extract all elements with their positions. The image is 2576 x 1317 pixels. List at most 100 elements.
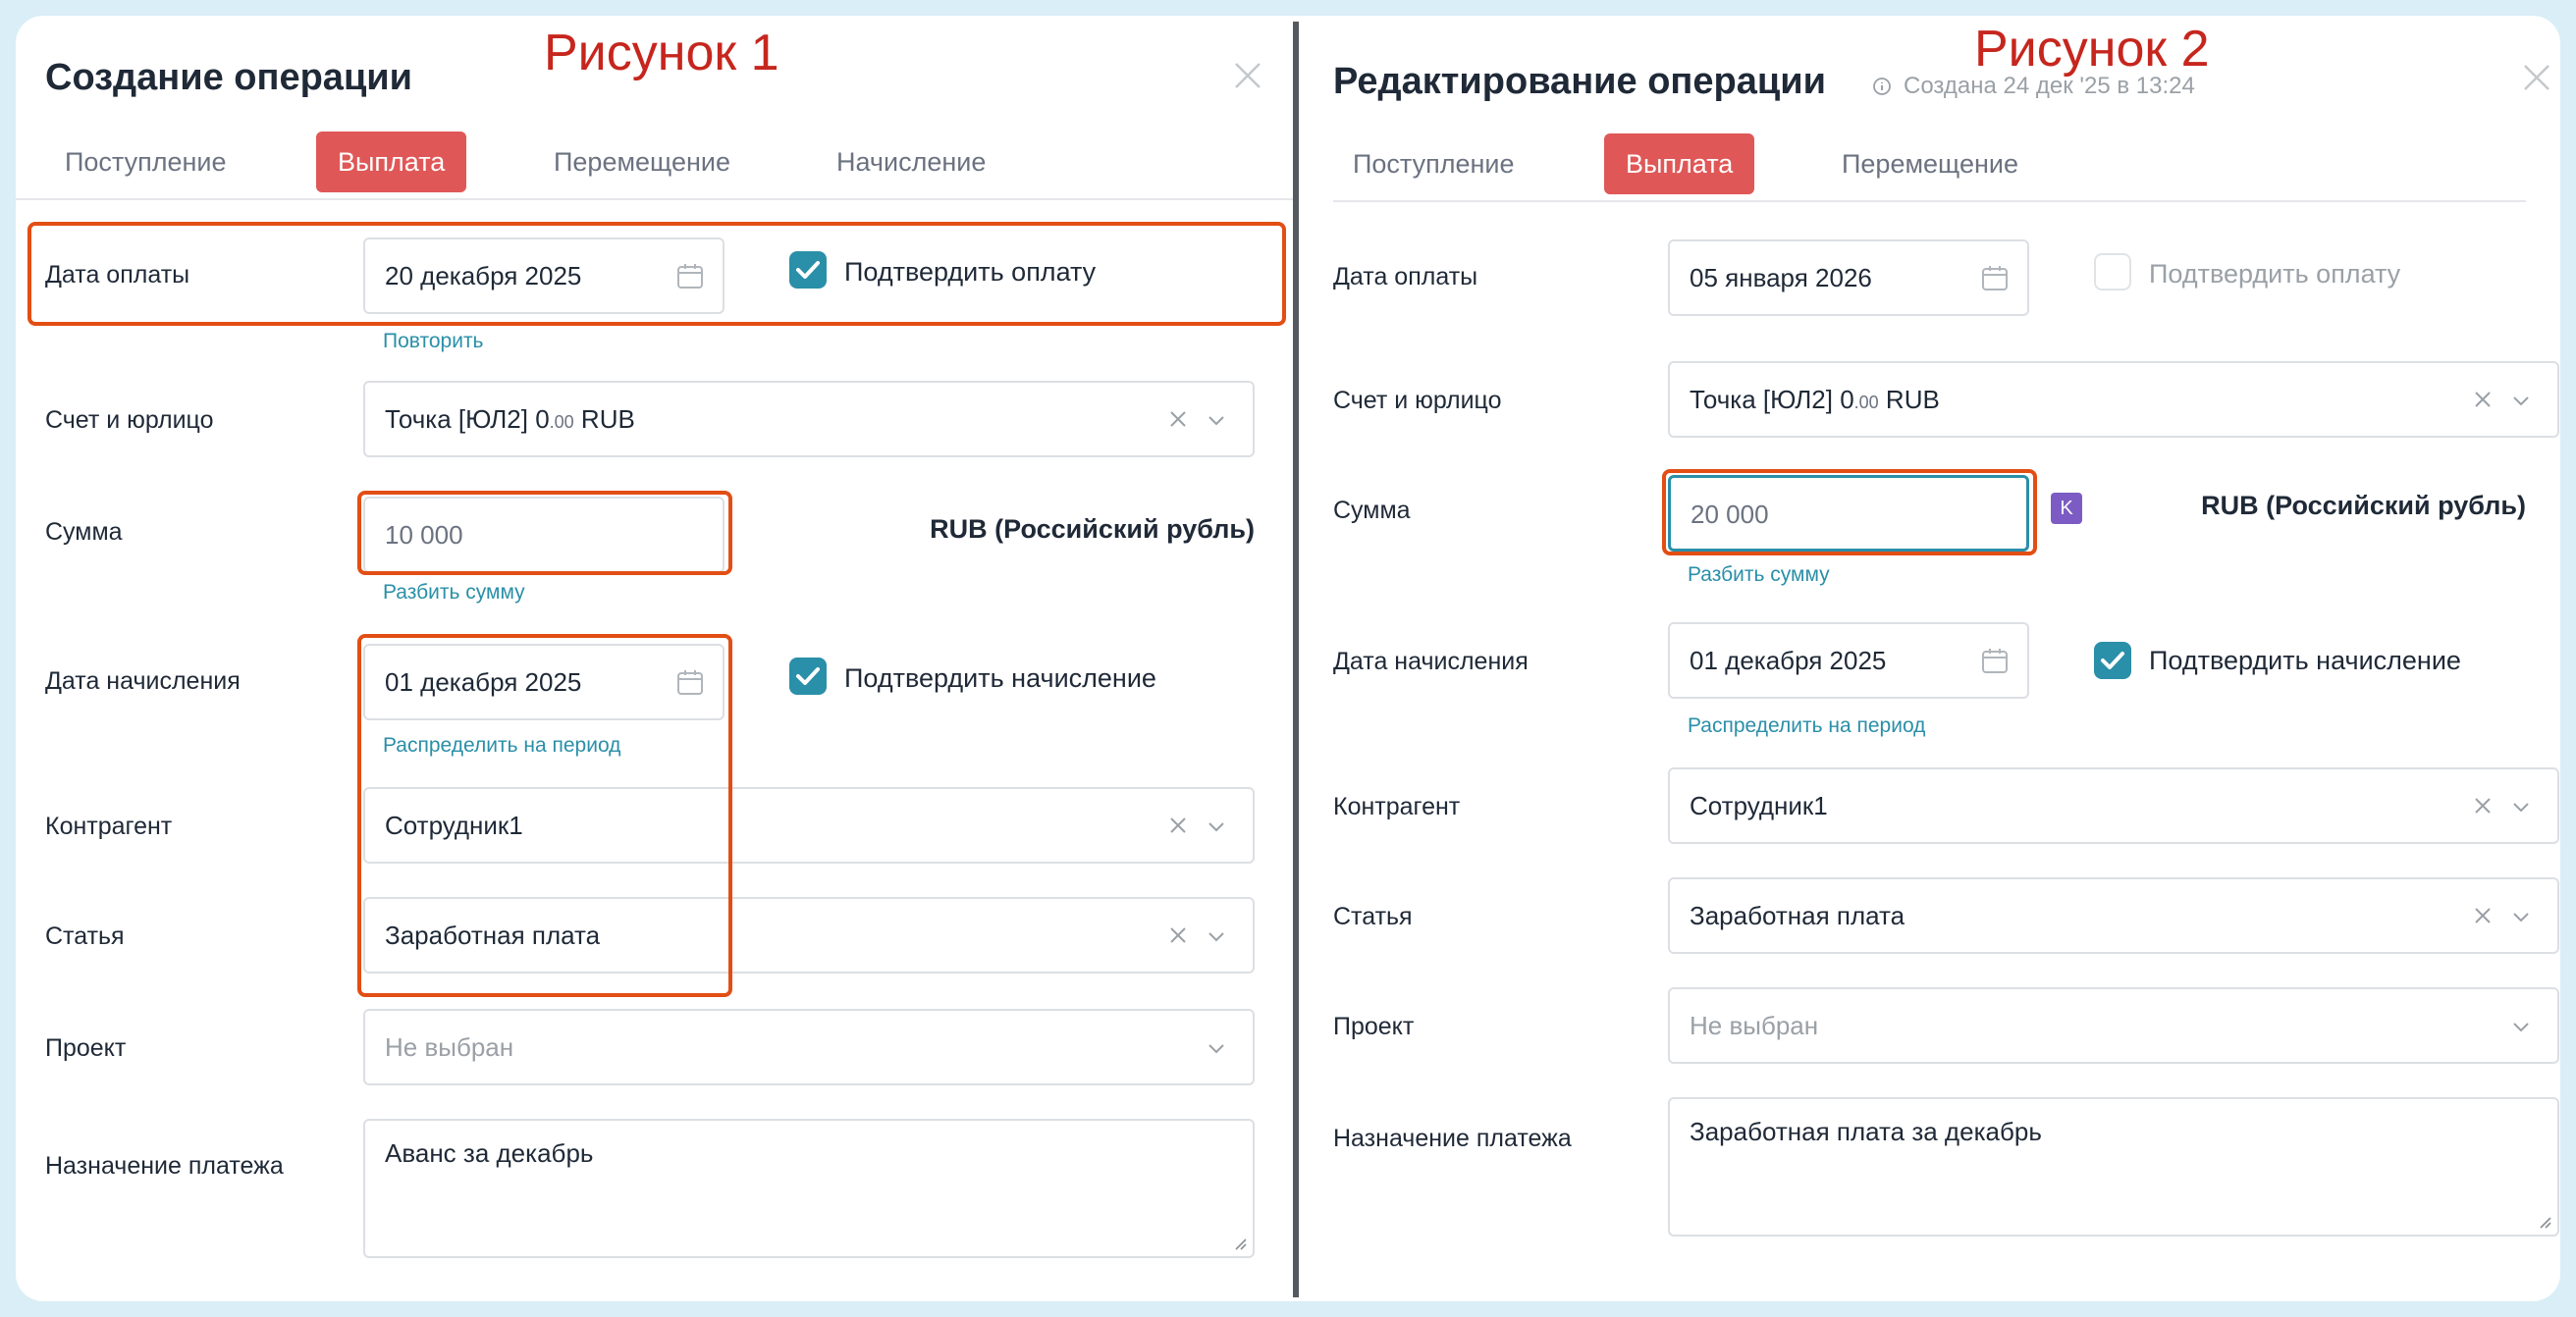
chevron-down-icon[interactable]: [2510, 907, 2532, 926]
tab-transfer[interactable]: Перемещение: [554, 132, 730, 192]
accrual-date-value: 01 декабря 2025: [1690, 646, 1887, 675]
purpose-value: Аванс за декабрь: [385, 1138, 594, 1168]
confirm-payment-label: Подтвердить оплату: [2149, 259, 2401, 289]
account-label: Счет и юрлицо: [45, 406, 214, 434]
screenshot-frame: Создание операции Рисунок 1 Поступление …: [16, 16, 2560, 1301]
article-select[interactable]: Заработная плата: [1668, 877, 2559, 954]
payment-date-label: Дата оплаты: [45, 261, 190, 289]
confirm-payment-checkbox[interactable]: [789, 251, 827, 289]
confirm-payment-checkbox[interactable]: [2094, 253, 2131, 290]
checkmark-icon: [796, 261, 820, 279]
tab-payout[interactable]: Выплата: [316, 132, 467, 192]
purpose-label: Назначение платежа: [1333, 1125, 1572, 1152]
account-value: Точка [ЮЛ2] 0.00 RUB: [1690, 385, 1940, 414]
chevron-down-icon[interactable]: [1206, 817, 1227, 836]
clear-x-icon[interactable]: [1168, 925, 1188, 945]
close-icon[interactable]: [2522, 63, 2551, 92]
payment-date-value: 05 января 2026: [1690, 263, 1872, 292]
purpose-value: Заработная плата за декабрь: [1690, 1117, 2042, 1146]
chevron-down-icon[interactable]: [1206, 926, 1227, 946]
accrual-date-label: Дата начисления: [45, 667, 241, 695]
accrual-date-input[interactable]: 01 декабря 2025: [1668, 622, 2029, 699]
chevron-down-icon[interactable]: [2510, 797, 2532, 817]
chevron-down-icon[interactable]: [2510, 1017, 2532, 1036]
article-value: Заработная плата: [385, 921, 601, 950]
split-amount-link[interactable]: Разбить сумму: [1688, 563, 1830, 587]
purpose-textarea[interactable]: Заработная плата за декабрь: [1668, 1097, 2559, 1237]
counterparty-select[interactable]: Сотрудник1: [363, 787, 1255, 864]
amount-input[interactable]: 20 000: [1668, 475, 2029, 552]
figure-label: Рисунок 2: [1974, 21, 2210, 78]
payment-date-input[interactable]: 20 декабря 2025: [363, 237, 724, 314]
confirm-payment-label: Подтвердить оплату: [844, 257, 1097, 287]
tab-income[interactable]: Поступление: [65, 132, 227, 192]
purpose-label: Назначение платежа: [45, 1152, 284, 1180]
currency-label: RUB (Российский рубль): [930, 514, 1255, 544]
project-placeholder: Не выбран: [385, 1032, 514, 1062]
info-icon: [1873, 78, 1891, 95]
counterparty-value: Сотрудник1: [385, 811, 523, 840]
created-timestamp: Создана 24 дек '25 в 13:24: [1872, 73, 2195, 100]
calendar-icon: [677, 264, 703, 289]
operation-type-tabs: Поступление Выплата Перемещение: [1333, 120, 2526, 202]
calendar-icon: [1982, 649, 2008, 673]
clear-x-icon[interactable]: [1168, 816, 1188, 835]
article-value: Заработная плата: [1690, 901, 1905, 930]
chevron-down-icon[interactable]: [2510, 391, 2532, 410]
counterparty-value: Сотрудник1: [1690, 791, 1828, 820]
article-label: Статья: [1333, 903, 1413, 930]
tab-payout[interactable]: Выплата: [1604, 133, 1755, 194]
amount-label: Сумма: [45, 518, 123, 546]
chevron-down-icon[interactable]: [1206, 1038, 1227, 1058]
payment-date-value: 20 декабря 2025: [385, 261, 582, 290]
counterparty-label: Контрагент: [45, 813, 173, 840]
amount-value: 10 000: [385, 520, 463, 550]
account-value: Точка [ЮЛ2] 0.00 RUB: [385, 404, 635, 434]
accrual-date-input[interactable]: 01 декабря 2025: [363, 644, 724, 720]
counterparty-select[interactable]: Сотрудник1: [1668, 767, 2559, 844]
tab-transfer[interactable]: Перемещение: [1842, 133, 2018, 194]
amount-value: 20 000: [1690, 500, 1769, 529]
split-amount-link[interactable]: Разбить сумму: [383, 581, 525, 605]
resize-grip-icon[interactable]: [1231, 1235, 1247, 1250]
payment-date-input[interactable]: 05 января 2026: [1668, 239, 2029, 316]
distribute-period-link[interactable]: Распределить на период: [383, 734, 620, 758]
k-badge[interactable]: K: [2051, 493, 2082, 524]
close-icon[interactable]: [1233, 61, 1262, 90]
distribute-period-link[interactable]: Распределить на период: [1688, 714, 1925, 738]
clear-x-icon[interactable]: [2473, 390, 2493, 409]
chevron-down-icon[interactable]: [1206, 410, 1227, 430]
calendar-icon: [677, 670, 703, 695]
accrual-date-value: 01 декабря 2025: [385, 667, 582, 697]
figure-label: Рисунок 1: [544, 25, 779, 81]
counterparty-label: Контрагент: [1333, 793, 1461, 820]
project-placeholder: Не выбран: [1690, 1011, 1819, 1040]
confirm-accrual-label: Подтвердить начисление: [844, 663, 1156, 693]
article-select[interactable]: Заработная плата: [363, 897, 1255, 974]
purpose-textarea[interactable]: Аванс за декабрь: [363, 1119, 1255, 1258]
operation-type-tabs: Поступление Выплата Перемещение Начислен…: [16, 118, 1294, 200]
accrual-date-label: Дата начисления: [1333, 648, 1529, 675]
create-operation-panel: Создание операции Рисунок 1 Поступление …: [16, 16, 1294, 1301]
clear-x-icon[interactable]: [1168, 409, 1188, 429]
project-select[interactable]: Не выбран: [1668, 987, 2559, 1064]
calendar-icon: [1982, 266, 2008, 290]
project-select[interactable]: Не выбран: [363, 1009, 1255, 1085]
confirm-accrual-label: Подтвердить начисление: [2149, 646, 2461, 675]
payment-date-label: Дата оплаты: [1333, 263, 1478, 290]
clear-x-icon[interactable]: [2473, 906, 2493, 925]
account-select[interactable]: Точка [ЮЛ2] 0.00 RUB: [363, 381, 1255, 457]
project-label: Проект: [45, 1034, 127, 1062]
checkmark-icon: [2101, 652, 2124, 669]
tab-income[interactable]: Поступление: [1353, 133, 1515, 194]
amount-label: Сумма: [1333, 497, 1411, 524]
edit-operation-panel: Редактирование операции Рисунок 2 Создан…: [1299, 16, 2560, 1301]
repeat-link[interactable]: Повторить: [383, 330, 484, 353]
resize-grip-icon[interactable]: [2536, 1213, 2551, 1229]
account-select[interactable]: Точка [ЮЛ2] 0.00 RUB: [1668, 361, 2559, 438]
tab-accrual[interactable]: Начисление: [836, 132, 986, 192]
confirm-accrual-checkbox[interactable]: [2094, 642, 2131, 679]
clear-x-icon[interactable]: [2473, 796, 2493, 816]
amount-input[interactable]: 10 000: [363, 497, 724, 573]
confirm-accrual-checkbox[interactable]: [789, 658, 827, 695]
